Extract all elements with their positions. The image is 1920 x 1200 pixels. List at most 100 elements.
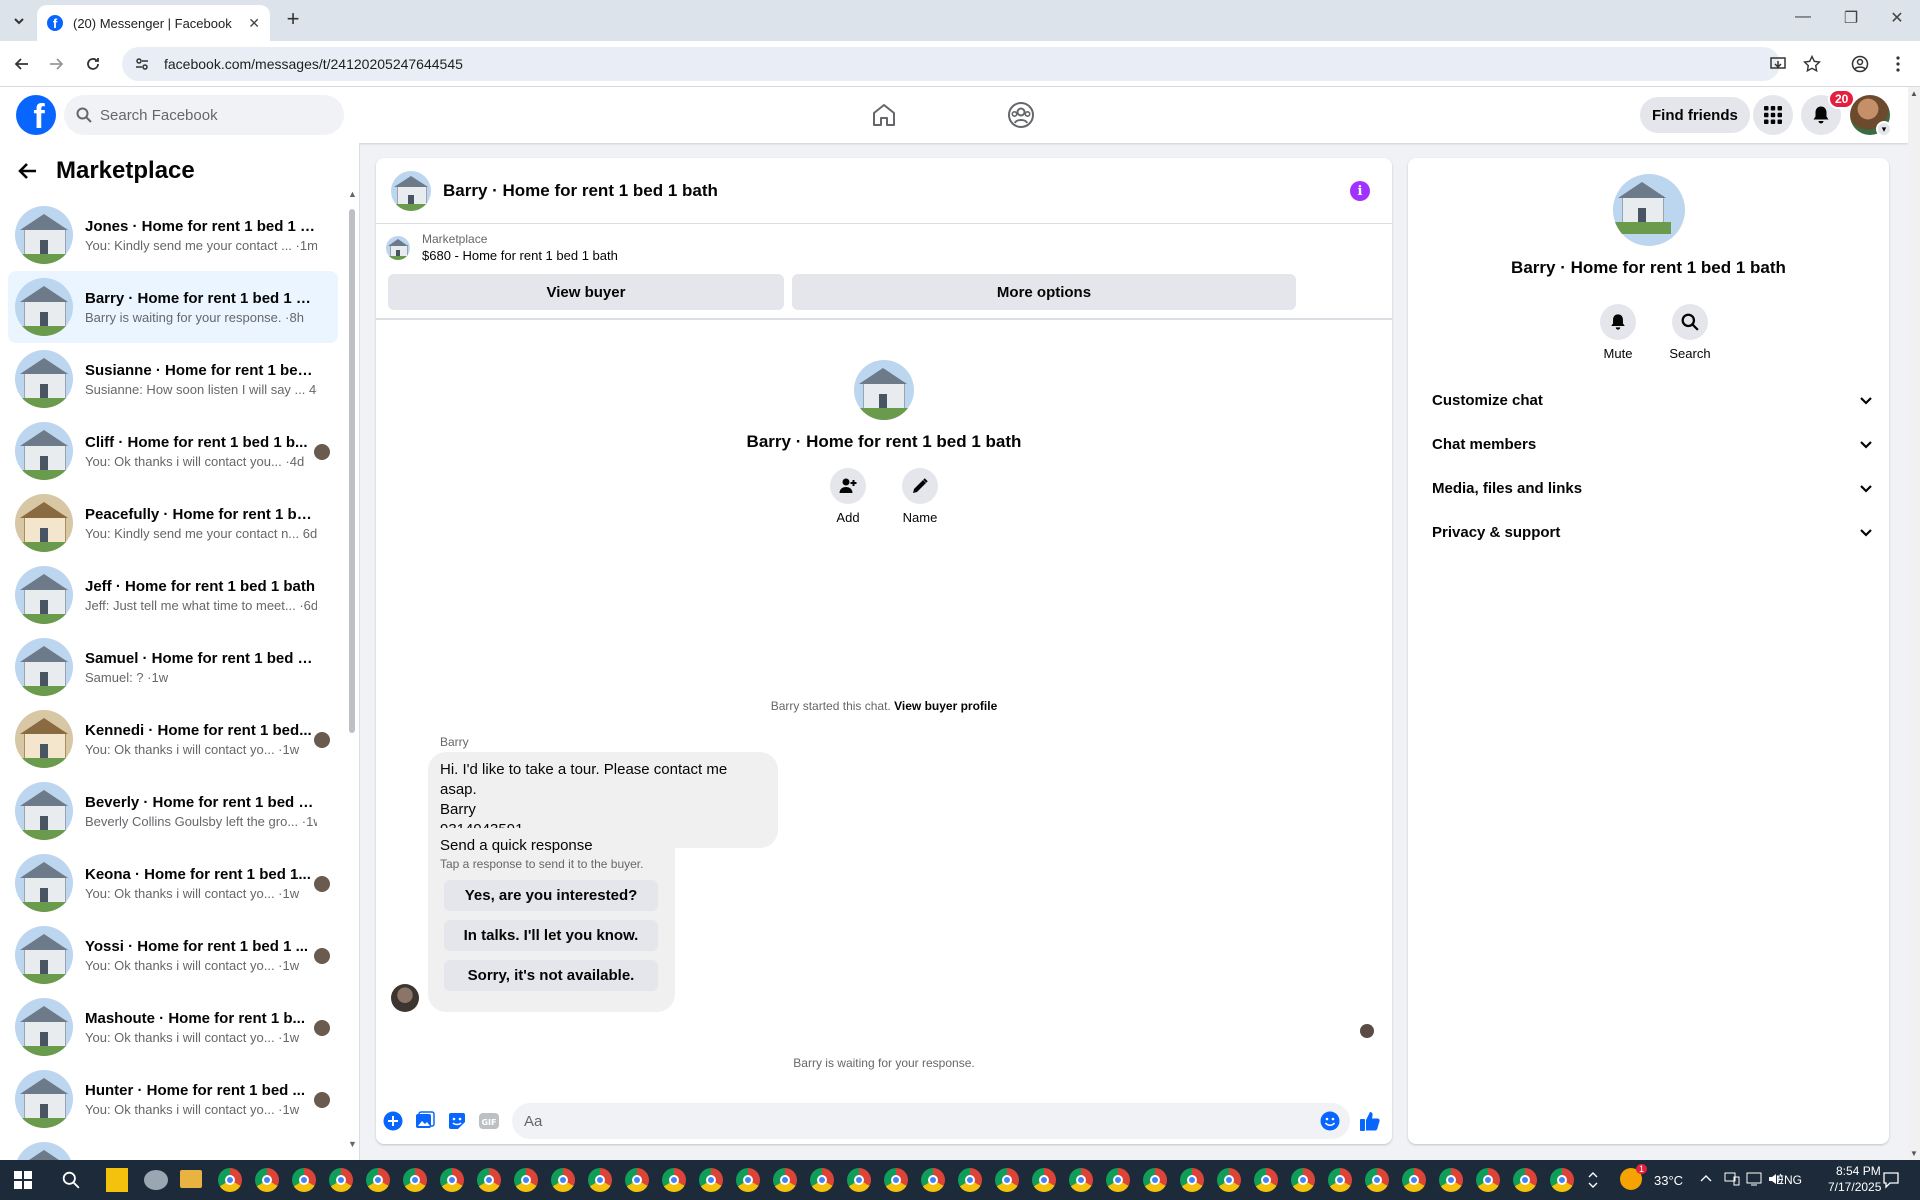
tab-close-icon[interactable]: ✕ [248, 15, 260, 32]
chrome-taskbar-icon[interactable] [1513, 1168, 1537, 1192]
conversation-item[interactable]: Barry · Home for rent 1 bed 1 bath Barry … [8, 271, 338, 343]
conversation-scrollbar[interactable]: ▲ ▼ [348, 189, 357, 1149]
restore-icon[interactable]: ❐ [1836, 8, 1866, 28]
facebook-logo-icon[interactable]: f [16, 95, 56, 135]
conversation-item[interactable]: Jones · Home for rent 1 bed 1 bath You: K… [8, 199, 338, 271]
chrome-taskbar-icon[interactable] [1032, 1168, 1056, 1192]
chrome-taskbar-icon[interactable] [1365, 1168, 1389, 1192]
conversation-item[interactable]: Cliff · Home for rent 1 bed 1 b... You: O… [8, 415, 338, 487]
paint-icon[interactable] [144, 1170, 168, 1190]
facebook-search-box[interactable]: Search Facebook [64, 95, 344, 135]
home-icon[interactable] [869, 100, 899, 130]
chrome-taskbar-icon[interactable] [1143, 1168, 1167, 1192]
chrome-taskbar-icon[interactable] [884, 1168, 908, 1192]
sticker-icon[interactable] [445, 1109, 469, 1133]
chat-members-item[interactable]: Chat members [1416, 422, 1881, 466]
chrome-taskbar-icon[interactable] [995, 1168, 1019, 1192]
name-action[interactable]: Name [890, 468, 950, 525]
chrome-taskbar-icon[interactable] [551, 1168, 575, 1192]
chrome-taskbar-icon[interactable] [1069, 1168, 1093, 1192]
more-options-button[interactable]: More options [792, 274, 1296, 310]
add-person-icon[interactable] [830, 468, 866, 504]
emoji-icon[interactable] [1318, 1109, 1342, 1133]
chrome-taskbar-icon[interactable] [255, 1168, 279, 1192]
minimize-icon[interactable]: — [1788, 8, 1818, 26]
search-action[interactable]: Search [1660, 304, 1720, 361]
conversation-item[interactable]: Samuel · Home for rent 1 bed 1 ... Samuel… [8, 631, 338, 703]
chrome-taskbar-icon[interactable] [366, 1168, 390, 1192]
clock-time[interactable]: 8:54 PM [1836, 1164, 1881, 1178]
view-buyer-button[interactable]: View buyer [388, 274, 784, 310]
privacy-support-item[interactable]: Privacy & support [1416, 510, 1881, 554]
chrome-taskbar-icon[interactable] [625, 1168, 649, 1192]
chrome-taskbar-icon[interactable] [588, 1168, 612, 1192]
back-arrow-icon[interactable] [10, 52, 34, 76]
file-explorer-icon[interactable] [180, 1170, 202, 1188]
quick-response-button[interactable]: Yes, are you interested? [444, 880, 658, 911]
groups-icon[interactable] [1006, 100, 1036, 130]
media-files-links-item[interactable]: Media, files and links [1416, 466, 1881, 510]
chat-title[interactable]: Barry · Home for rent 1 bed 1 bath [443, 181, 718, 201]
conversation-item[interactable]: Peacefully · Home for rent 1 bed... You: … [8, 487, 338, 559]
tab-search-chevron-icon[interactable] [8, 10, 30, 32]
chrome-taskbar-icon[interactable] [403, 1168, 427, 1192]
chrome-taskbar-icon[interactable] [440, 1168, 464, 1192]
browser-menu-icon[interactable] [1886, 52, 1910, 76]
windows-start-icon[interactable] [14, 1171, 32, 1194]
new-tab-button[interactable]: + [281, 8, 305, 32]
info-icon[interactable]: i [1350, 181, 1370, 201]
conversation-item[interactable]: Susianne · Home for rent 1 bed 1... Susia… [8, 343, 338, 415]
browser-tab[interactable]: f (20) Messenger | Facebook ✕ [37, 5, 270, 41]
chrome-taskbar-icon[interactable] [810, 1168, 834, 1192]
chrome-taskbar-icon[interactable] [1180, 1168, 1204, 1192]
thumbs-up-icon[interactable] [1358, 1109, 1382, 1133]
gif-icon[interactable]: GIF [477, 1109, 501, 1133]
chrome-taskbar-icon[interactable] [1402, 1168, 1426, 1192]
chrome-taskbar-icon[interactable] [773, 1168, 797, 1192]
conversation-item[interactable]: Beverly · Home for rent 1 bed 1 ... Bever… [8, 775, 338, 847]
message-input[interactable] [512, 1103, 1350, 1139]
conversation-item[interactable]: Yossi · Home for rent 1 bed 1 ... You: Ok… [8, 919, 338, 991]
chrome-taskbar-icon[interactable] [1439, 1168, 1463, 1192]
display-icon[interactable] [1724, 1172, 1740, 1191]
chrome-taskbar-icon[interactable] [1328, 1168, 1352, 1192]
conversation-item[interactable]: Jeff · Home for rent 1 bed 1 bath Jeff: J… [8, 559, 338, 631]
sticky-notes-icon[interactable] [106, 1168, 128, 1192]
forward-arrow-icon[interactable] [44, 52, 68, 76]
chrome-taskbar-icon[interactable] [847, 1168, 871, 1192]
find-friends-button[interactable]: Find friends [1640, 97, 1750, 133]
notification-center-icon[interactable] [1882, 1171, 1900, 1194]
overflow-chevron-icon[interactable] [1588, 1172, 1598, 1193]
bookmark-star-icon[interactable] [1800, 52, 1824, 76]
view-buyer-profile-link[interactable]: View buyer profile [894, 699, 997, 713]
page-scrollbar[interactable]: ▲ ▼ [1908, 87, 1920, 1160]
conversation-item[interactable]: Tha · Home for rent 1 bed 1 ba... [8, 1135, 338, 1160]
chrome-taskbar-icon[interactable] [921, 1168, 945, 1192]
account-chevron-icon[interactable]: ▾ [1876, 121, 1892, 137]
customize-chat-item[interactable]: Customize chat [1416, 378, 1881, 422]
chrome-taskbar-icon[interactable] [218, 1168, 242, 1192]
chrome-taskbar-icon[interactable] [958, 1168, 982, 1192]
chat-thumbnail[interactable] [391, 170, 431, 211]
chrome-taskbar-icon[interactable] [736, 1168, 760, 1192]
mute-action[interactable]: Mute [1588, 304, 1648, 361]
add-action[interactable]: Add [818, 468, 878, 525]
chrome-taskbar-icon[interactable] [1217, 1168, 1241, 1192]
quick-response-button[interactable]: In talks. I'll let you know. [444, 920, 658, 951]
window-close-icon[interactable]: ✕ [1882, 8, 1912, 28]
chrome-taskbar-icon[interactable] [477, 1168, 501, 1192]
sender-avatar[interactable] [391, 984, 419, 1012]
chrome-taskbar-icon[interactable] [1106, 1168, 1130, 1192]
profile-icon[interactable] [1848, 52, 1872, 76]
conversation-item[interactable]: Kennedi · Home for rent 1 bed... You: Ok … [8, 703, 338, 775]
chrome-taskbar-icon[interactable] [292, 1168, 316, 1192]
site-settings-icon[interactable] [134, 56, 150, 72]
chrome-taskbar-icon[interactable] [1550, 1168, 1574, 1192]
quick-response-button[interactable]: Sorry, it's not available. [444, 960, 658, 991]
photo-icon[interactable] [413, 1109, 437, 1133]
menu-grid-icon[interactable] [1753, 95, 1793, 135]
plus-circle-icon[interactable] [381, 1109, 405, 1133]
conversation-item[interactable]: Hunter · Home for rent 1 bed ... You: Ok … [8, 1063, 338, 1135]
clock-date[interactable]: 7/17/2025 [1828, 1180, 1881, 1194]
chrome-taskbar-icon[interactable] [514, 1168, 538, 1192]
